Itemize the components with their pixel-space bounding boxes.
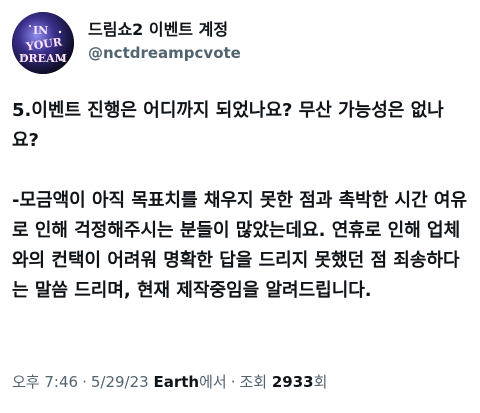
avatar-text-dream: DREAM [19,52,67,65]
tweet-body: 5.이벤트 진행은 어디까지 되었나요? 무산 가능성은 없나요? -모금액이 … [12,96,468,306]
avatar[interactable]: IN YOUR DREAM [12,12,74,74]
in-your-dream-logo-icon: IN YOUR DREAM [12,12,74,74]
author-names: 드림쇼2 이벤트 계정 @nctdreampcvote [88,19,241,64]
author-handle[interactable]: @nctdreampcvote [88,42,241,64]
tweet-header: IN YOUR DREAM 드림쇼2 이벤트 계정 @nctdreampcvot… [12,12,468,76]
views-count[interactable]: 2933 [272,373,314,391]
views-label: 조회 [239,373,268,391]
meta-separator: · [82,373,87,391]
tweet-source-name: Earth [153,373,200,391]
tweet-meta: 오후 7:46 · 5/29/23 Earth에서 · 조회 2933회 [12,371,468,393]
avatar-text-in: IN [33,24,48,37]
author-display-name[interactable]: 드림쇼2 이벤트 계정 [88,19,241,41]
tweet-date[interactable]: 5/29/23 [91,373,149,391]
views-suffix: 회 [313,373,328,391]
tweet-question: 5.이벤트 진행은 어디까지 되었나요? 무산 가능성은 없나요? [12,100,444,151]
tweet-source-suffix: 에서 [199,373,227,391]
tweet-time[interactable]: 오후 7:46 [12,373,78,391]
meta-separator: · [230,373,236,391]
tweet-answer: -모금액이 아직 목표치를 채우지 못한 점과 촉박한 시간 여유로 인해 걱정… [12,190,468,301]
